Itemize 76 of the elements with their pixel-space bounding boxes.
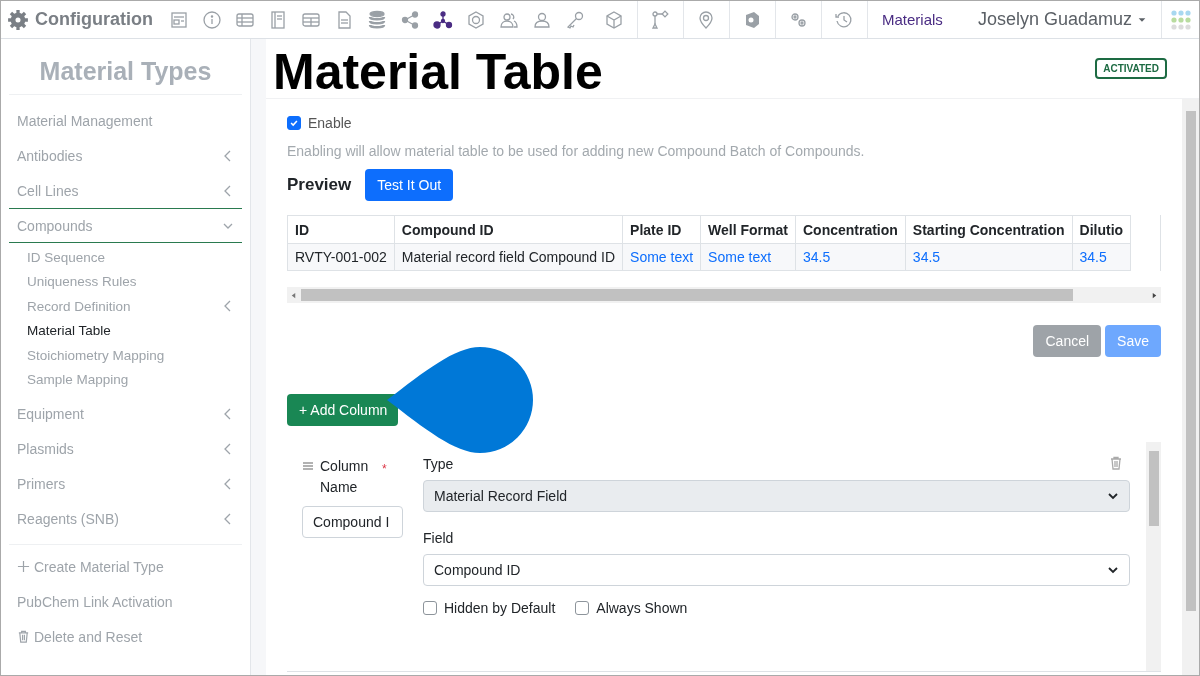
- field-label: Field: [423, 530, 455, 546]
- chevron-down-icon: [1107, 490, 1119, 502]
- plus-icon: [17, 560, 30, 573]
- field-label: Type: [423, 456, 454, 472]
- column-header: Starting Concentration: [905, 215, 1073, 244]
- table-cell: RVTY-001-002: [287, 243, 395, 271]
- table-cell: Material record field Compound ID: [394, 243, 623, 271]
- help-text: Enabling will allow material table to be used for adding new Compound Batch of Compounds.: [287, 143, 866, 159]
- section-heading: Preview: [287, 175, 352, 195]
- user-menu[interactable]: Joselyn Guadamuz: [971, 8, 1161, 31]
- materials-link[interactable]: Materials: [868, 11, 957, 28]
- table-cell: Some text: [700, 243, 796, 271]
- sidebar-item[interactable]: Antibodies: [9, 138, 242, 173]
- sidebar-item[interactable]: Compounds: [9, 208, 242, 243]
- sidebar-item[interactable]: Material Table: [9, 318, 242, 343]
- sidebar-title: Material Types: [9, 39, 242, 95]
- field-select[interactable]: Compound ID: [423, 554, 1130, 586]
- info-icon: [202, 9, 223, 30]
- column-header: Concentration: [795, 215, 906, 244]
- sidebar-item[interactable]: Plasmids: [9, 431, 242, 466]
- app-title: Configuration: [35, 9, 153, 30]
- checkbox[interactable]: [423, 601, 437, 615]
- status-badge: ACTIVATED: [1095, 58, 1167, 79]
- sidebar-item[interactable]: Reagents (SNB): [9, 501, 242, 536]
- key-icon: [565, 9, 586, 30]
- sidebar-item[interactable]: Sample Mapping: [9, 367, 242, 392]
- sidebar-action[interactable]: PubChem Link Activation: [9, 584, 181, 619]
- chevron-down-icon: [1107, 564, 1119, 576]
- branch-icon: [650, 9, 671, 30]
- required-mark: *: [382, 462, 387, 476]
- table-cell: 34.5: [905, 243, 1073, 271]
- arrow-left-icon: [290, 291, 297, 299]
- sidebar-item[interactable]: Record Definition: [9, 294, 242, 319]
- enable-checkbox[interactable]: [287, 116, 301, 130]
- sidebar-action[interactable]: Create Material Type: [9, 549, 172, 584]
- sidebar-item[interactable]: Uniqueness Rules: [9, 269, 242, 294]
- cube-icon: [604, 9, 625, 30]
- drag-handle-icon: [302, 460, 314, 472]
- column-name-field[interactable]: Compound I: [302, 506, 403, 538]
- test-button[interactable]: Test It Out: [365, 169, 454, 201]
- sidebar-item[interactable]: Primers: [9, 466, 242, 501]
- settings-icon: [7, 8, 29, 31]
- column-header: Compound ID: [394, 215, 623, 244]
- add-column-button[interactable]: + Add Column: [287, 394, 399, 426]
- trash-icon: [17, 630, 30, 643]
- checkmark-icon: [289, 118, 299, 128]
- column-header: ID: [287, 215, 395, 244]
- column-header: Dilutio: [1072, 215, 1131, 244]
- page-title: Material Table: [273, 43, 603, 97]
- sidebar-item[interactable]: Cell Lines: [9, 173, 242, 208]
- horizontal-scrollbar[interactable]: [287, 287, 1161, 303]
- vertical-scrollbar[interactable]: [1182, 99, 1199, 675]
- sidebar-item[interactable]: ID Sequence: [9, 245, 242, 270]
- apps-grid-icon: [1170, 9, 1191, 30]
- checkbox[interactable]: [575, 601, 590, 615]
- column-header: Plate ID: [622, 215, 701, 244]
- field-label: Column Name: [320, 457, 370, 497]
- cancel-button[interactable]: Cancel: [1033, 325, 1102, 357]
- share-icon: [400, 9, 421, 30]
- sidebar-item[interactable]: Stoichiometry Mapping: [9, 343, 242, 368]
- trash-icon: [1109, 456, 1123, 470]
- checkbox-label: Hidden by Default: [444, 600, 556, 616]
- checkbox-label: Always Shown: [596, 600, 688, 616]
- enable-label: Enable: [308, 115, 352, 131]
- network-icon: [433, 9, 454, 30]
- table-cell: Some text: [622, 243, 701, 271]
- vertical-scrollbar[interactable]: [1146, 442, 1161, 671]
- table-cell: 34.5: [795, 243, 906, 271]
- sidebar-item[interactable]: Material Management: [9, 103, 242, 138]
- database-icon: [367, 9, 388, 30]
- arrow-right-icon: [1151, 291, 1158, 299]
- column-header: Well Format: [700, 215, 796, 244]
- sidebar-action[interactable]: Delete and Reset: [9, 619, 151, 654]
- sidebar-item[interactable]: Equipment: [9, 396, 242, 431]
- hexagon-icon: [466, 9, 487, 30]
- form-icon: [169, 9, 190, 30]
